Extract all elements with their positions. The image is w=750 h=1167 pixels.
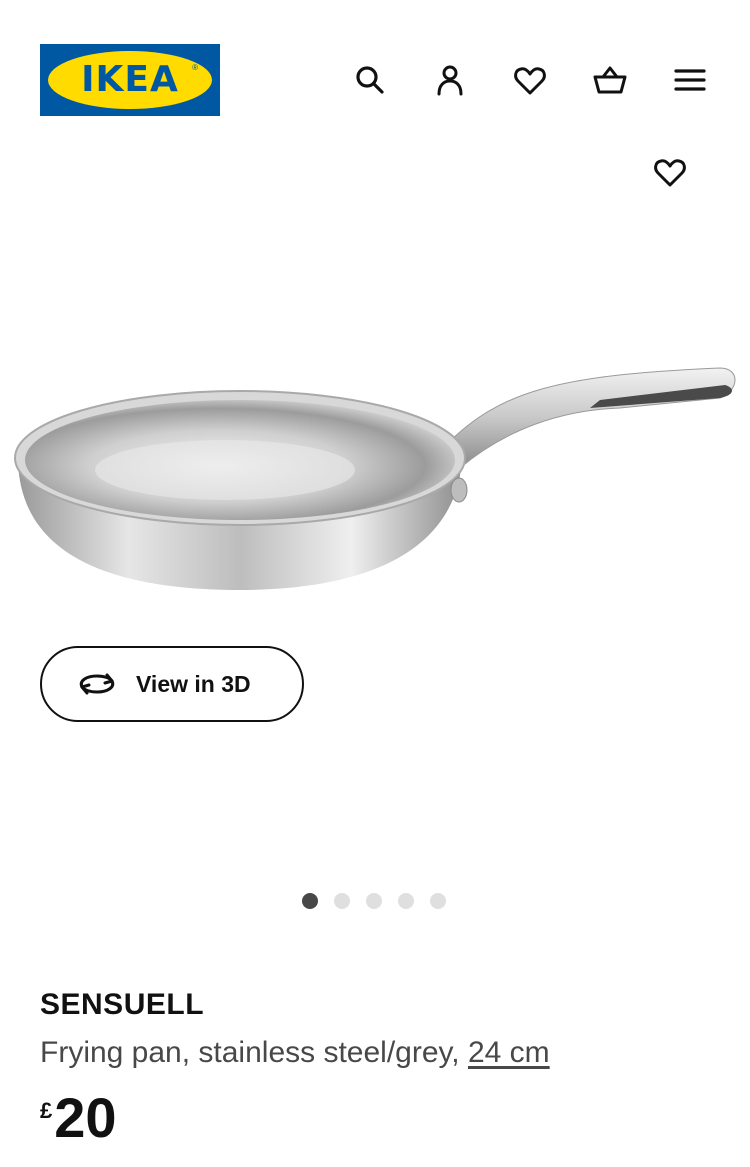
menu-icon[interactable]	[668, 58, 712, 102]
carousel-dot[interactable]	[334, 893, 350, 909]
user-icon[interactable]	[428, 58, 472, 102]
search-icon[interactable]	[348, 58, 392, 102]
product-price: £ 20	[40, 1090, 117, 1146]
carousel-dot[interactable]	[366, 893, 382, 909]
rotate-icon	[79, 673, 115, 695]
product-description-text: Frying pan, stainless steel/grey,	[40, 1036, 468, 1069]
logo-text: IKEA	[81, 59, 179, 100]
carousel-dot[interactable]	[430, 893, 446, 909]
view-in-3d-button[interactable]: View in 3D	[40, 646, 304, 722]
product-description: Frying pan, stainless steel/grey, 24 cm	[40, 1036, 550, 1070]
logo-oval: IKEA ®	[48, 51, 212, 109]
carousel-dot[interactable]	[398, 893, 414, 909]
view-in-3d-label: View in 3D	[136, 670, 251, 697]
price-currency: £	[40, 1098, 53, 1123]
registered-mark: ®	[192, 63, 198, 72]
product-name: SENSUELL	[40, 988, 205, 1021]
heart-icon[interactable]	[508, 58, 552, 102]
product-image	[14, 367, 736, 590]
image-carousel-dots	[302, 893, 446, 909]
basket-icon[interactable]	[588, 58, 632, 102]
site-header: IKEA ®	[0, 0, 750, 160]
product-size-link[interactable]: 24 cm	[468, 1036, 550, 1069]
save-to-favourites-icon[interactable]	[648, 150, 692, 194]
carousel-dot[interactable]	[302, 893, 318, 909]
ikea-logo[interactable]: IKEA ®	[40, 44, 220, 116]
price-amount: 20	[54, 1086, 117, 1149]
